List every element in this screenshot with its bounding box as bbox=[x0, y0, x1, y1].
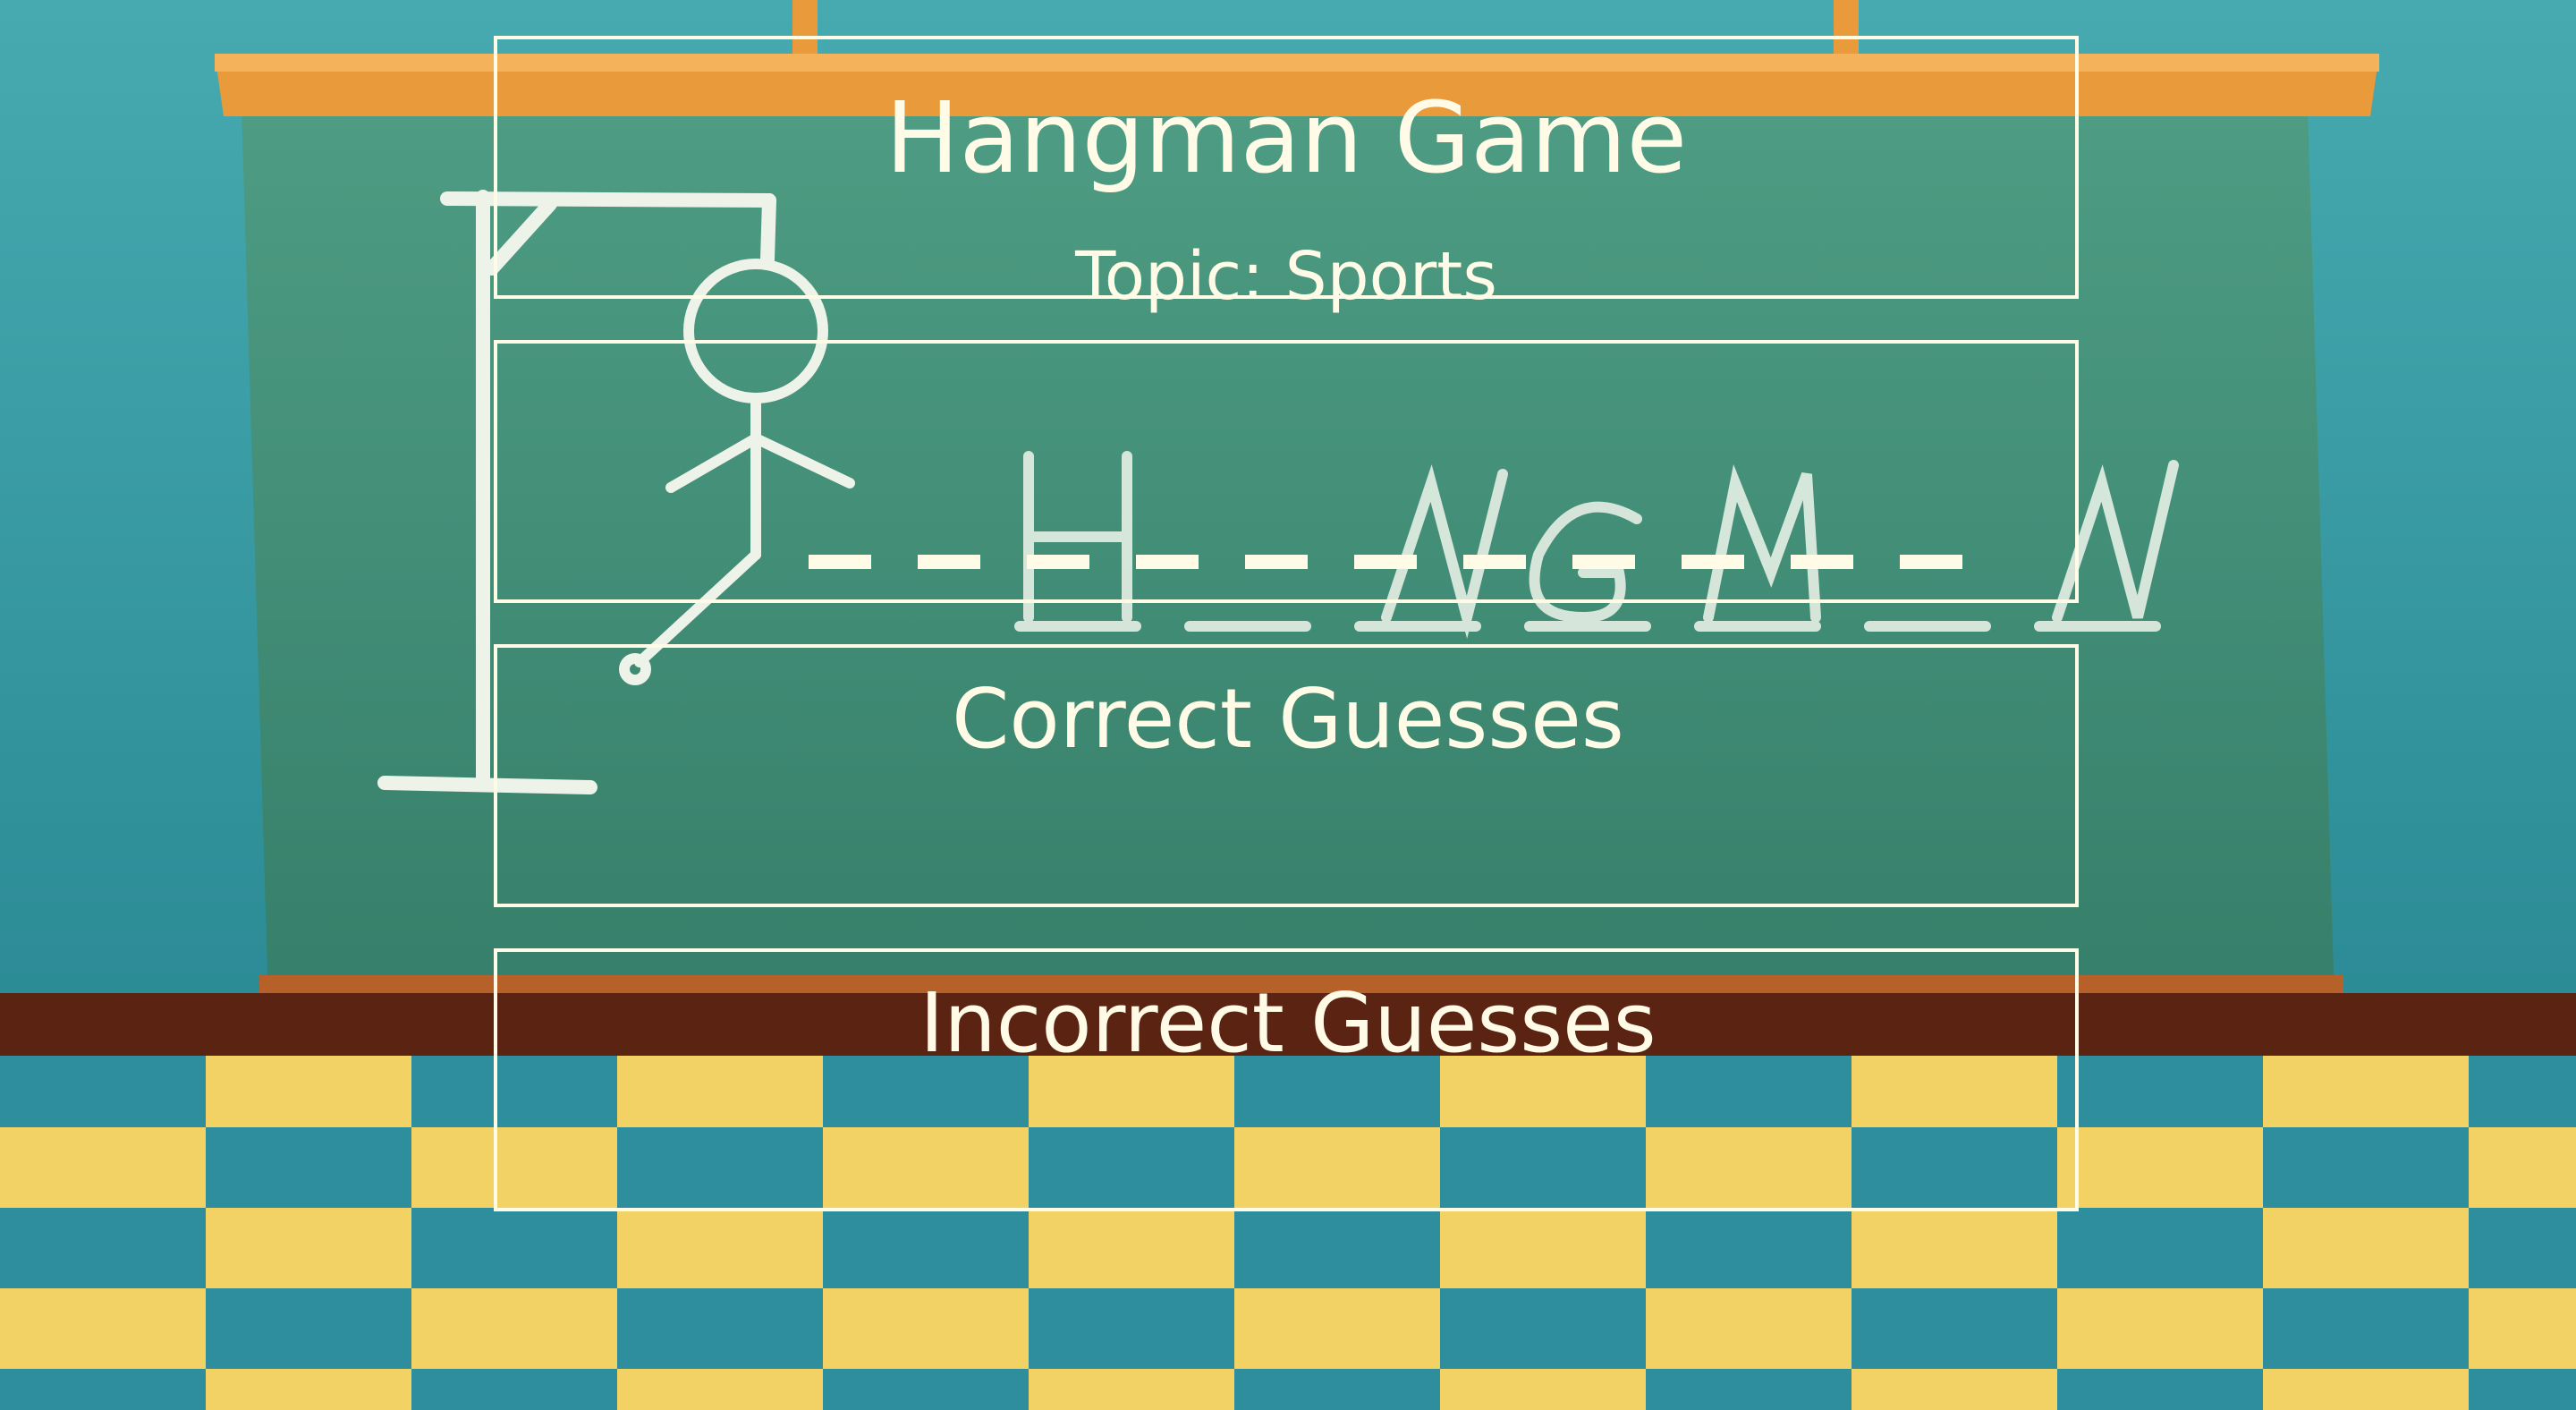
letter-blank bbox=[1900, 555, 1962, 569]
letter-blank bbox=[1682, 555, 1744, 569]
game-title: Hangman Game bbox=[885, 81, 1688, 195]
letter-blank bbox=[1027, 555, 1089, 569]
topic-label: Topic: Sports bbox=[1075, 238, 1497, 315]
letter-blank bbox=[1572, 555, 1635, 569]
letter-blank bbox=[1354, 555, 1417, 569]
letter-blank bbox=[1791, 555, 1853, 569]
letter-blank bbox=[1136, 555, 1199, 569]
correct-guesses-heading: Correct Guesses bbox=[952, 671, 1624, 767]
incorrect-guesses-heading: Incorrect Guesses bbox=[919, 975, 1657, 1071]
letter-blank bbox=[918, 555, 980, 569]
letter-blank bbox=[1463, 555, 1526, 569]
title-panel: Hangman Game Topic: Sports bbox=[494, 36, 2079, 315]
letter-blank bbox=[1245, 555, 1308, 569]
letter-blank bbox=[809, 555, 871, 569]
